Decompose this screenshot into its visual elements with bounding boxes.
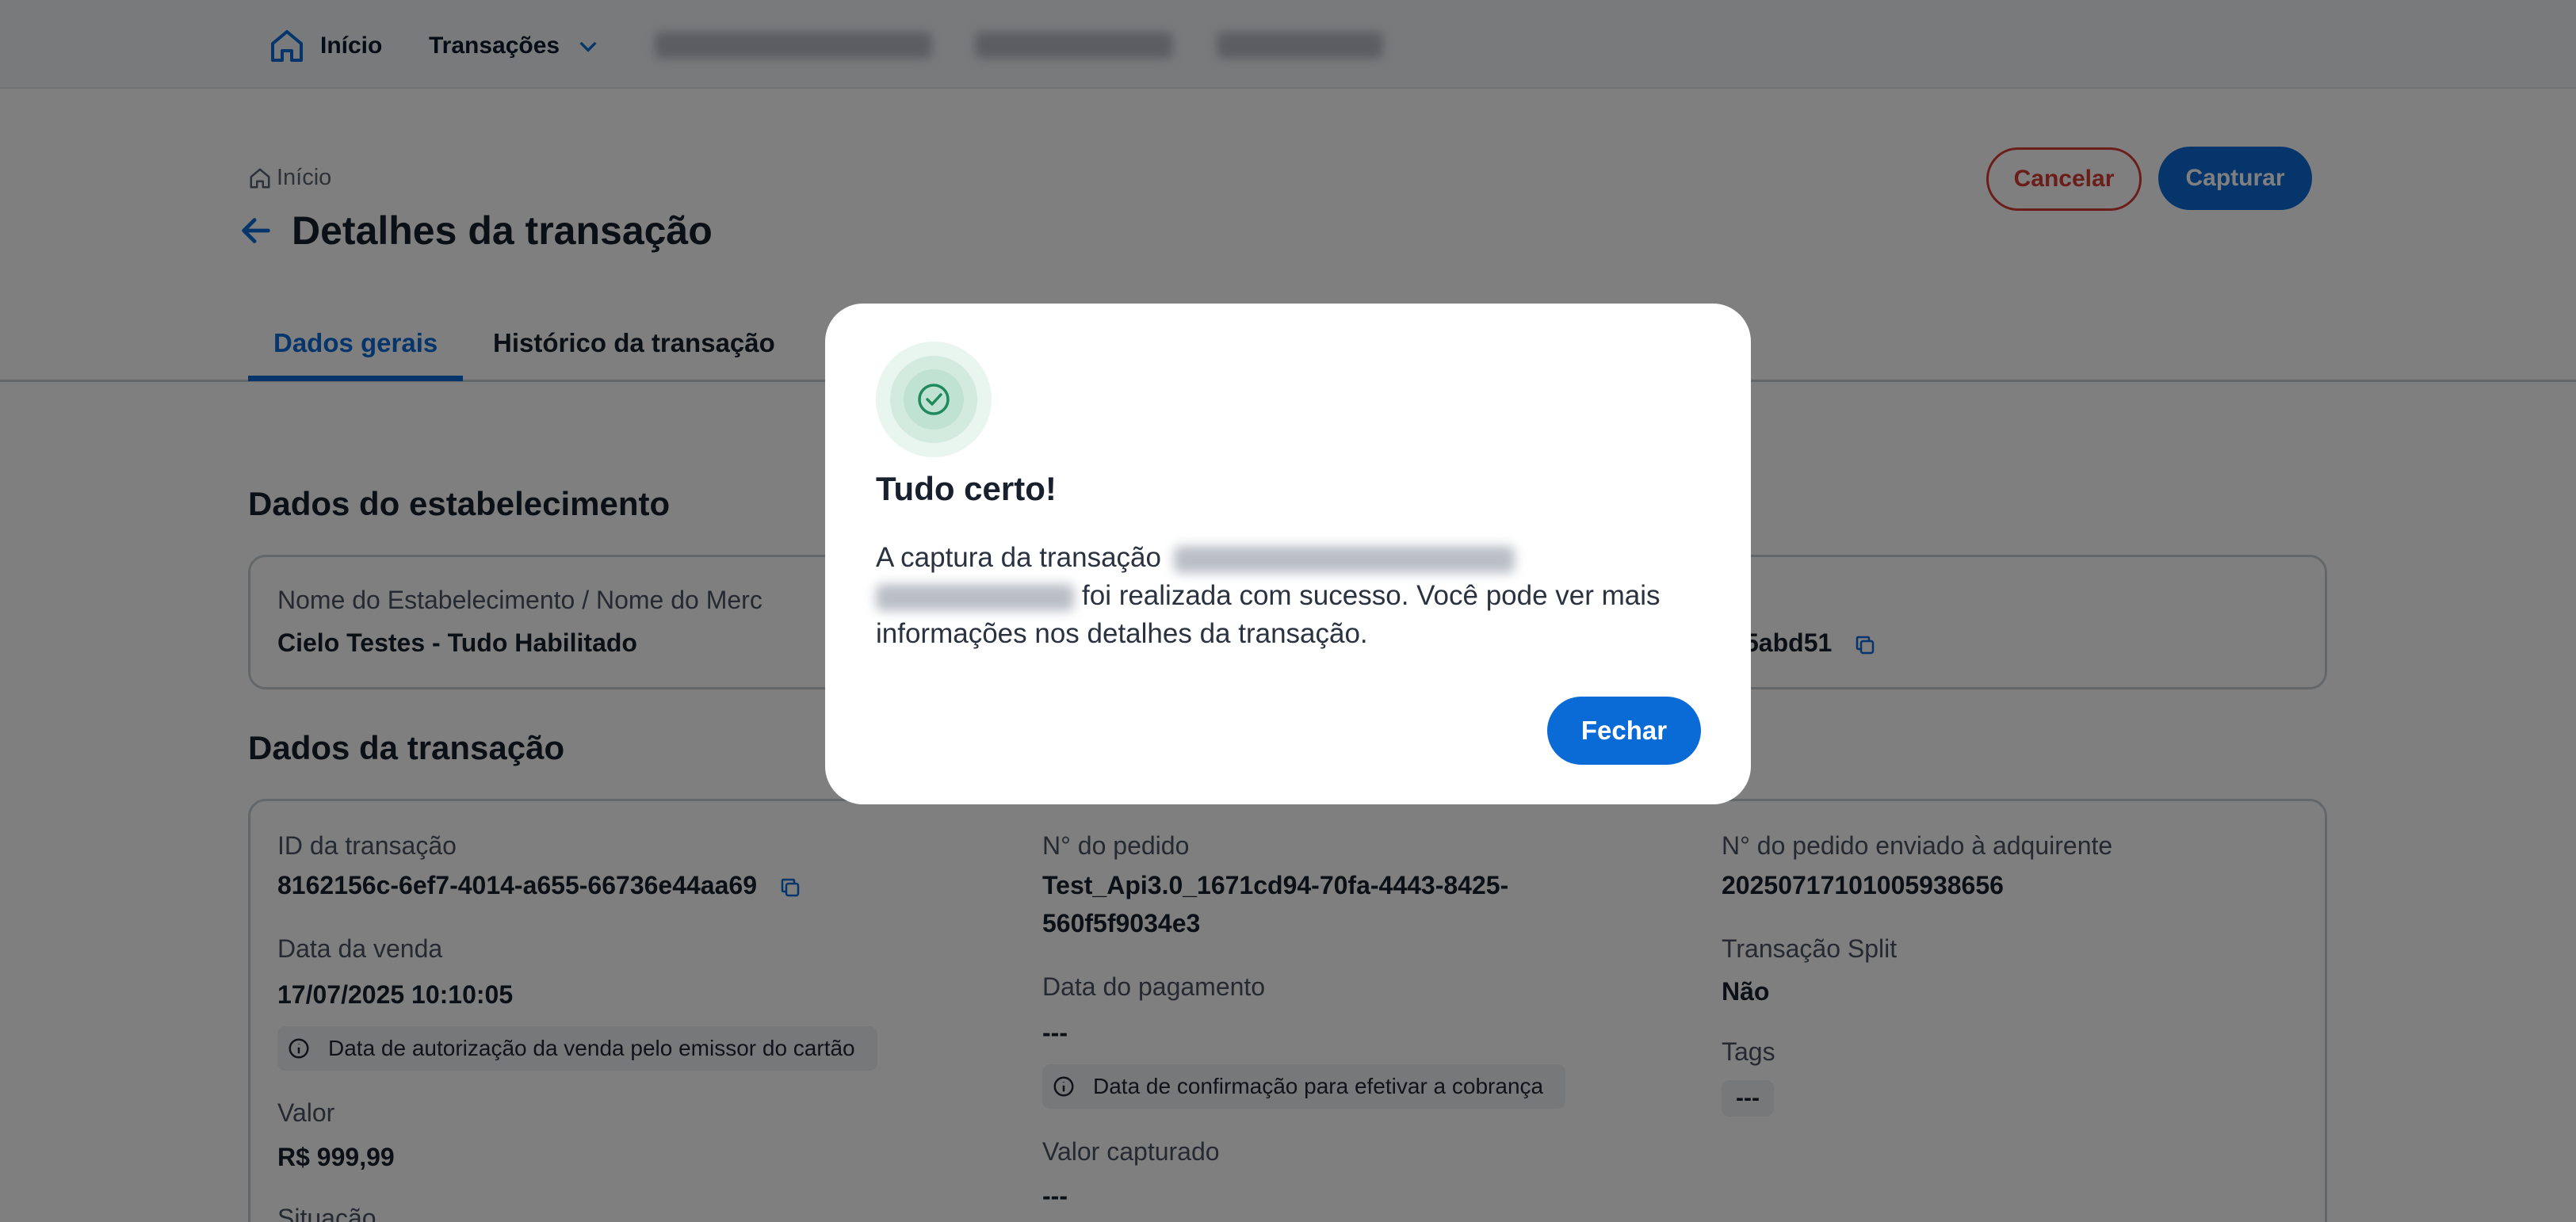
dialog-title: Tudo certo! [876, 470, 1057, 507]
dialog-message: A captura da transação foi realizada com… [876, 539, 1716, 653]
success-check-icon [876, 342, 992, 457]
success-dialog: Tudo certo! A captura da transação foi r… [825, 304, 1751, 804]
dialog-message-prefix: A captura da transação [876, 542, 1161, 573]
redacted-transaction-id [1173, 545, 1515, 573]
redacted-transaction-id [876, 583, 1074, 611]
close-button[interactable]: Fechar [1547, 697, 1701, 765]
